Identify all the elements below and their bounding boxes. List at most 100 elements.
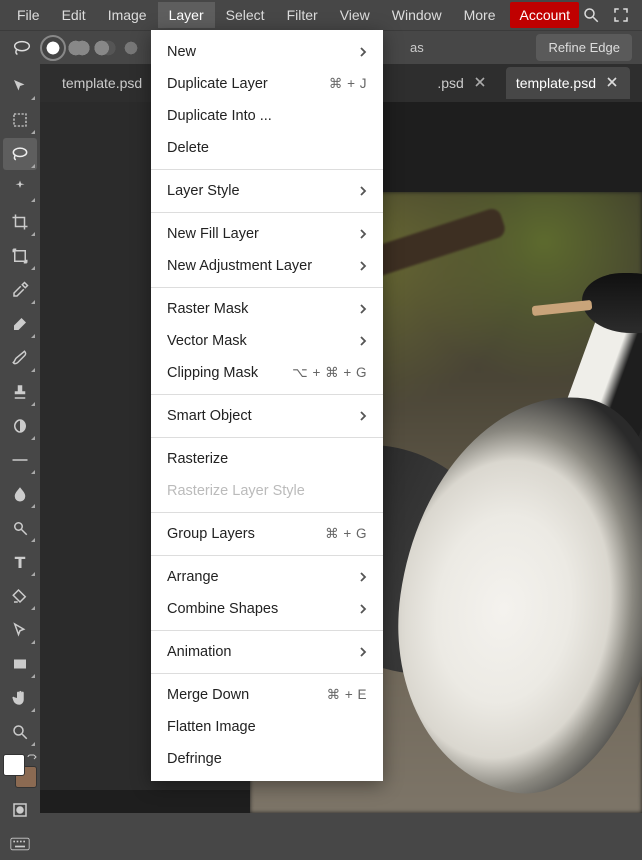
menu-item-defringe[interactable]: Defringe <box>151 743 383 775</box>
tool-rectangle[interactable] <box>3 648 37 680</box>
tool-stamp[interactable] <box>3 376 37 408</box>
tool-marquee[interactable] <box>3 104 37 136</box>
chevron-right-icon <box>359 571 367 583</box>
menu-filter[interactable]: Filter <box>276 2 329 28</box>
menu-item-rasterize-layer-style: Rasterize Layer Style <box>151 475 383 507</box>
menu-item-raster-mask[interactable]: Raster Mask <box>151 293 383 325</box>
menu-item-label: Merge Down <box>167 687 249 703</box>
menu-item-flatten-image[interactable]: Flatten Image <box>151 711 383 743</box>
tool-brush[interactable] <box>3 342 37 374</box>
menu-image[interactable]: Image <box>97 2 158 28</box>
tab-0[interactable]: template.psd <box>52 67 152 99</box>
color-swatches[interactable] <box>3 754 37 788</box>
tool-gradient[interactable] <box>3 410 37 442</box>
menu-view[interactable]: View <box>329 2 381 28</box>
refine-edge-button[interactable]: Refine Edge <box>536 34 632 61</box>
tool-path-select[interactable] <box>3 614 37 646</box>
fullscreen-icon[interactable] <box>612 6 630 24</box>
tab-2[interactable]: template.psd <box>506 67 630 99</box>
menu-item-layer-style[interactable]: Layer Style <box>151 175 383 207</box>
selection-add-icon[interactable] <box>68 37 90 59</box>
selection-new-icon[interactable] <box>42 37 64 59</box>
chevron-right-icon <box>359 228 367 240</box>
tool-zoom[interactable] <box>3 716 37 748</box>
menu-item-new-adjustment-layer[interactable]: New Adjustment Layer <box>151 250 383 282</box>
tool-keyboard[interactable] <box>3 828 37 860</box>
tool-blur[interactable] <box>3 478 37 510</box>
tool-lasso[interactable] <box>3 138 37 170</box>
menu-item-duplicate-into[interactable]: Duplicate Into ... <box>151 100 383 132</box>
menu-item-vector-mask[interactable]: Vector Mask <box>151 325 383 357</box>
antialias-label-fragment: as <box>410 40 424 55</box>
search-icon[interactable] <box>582 6 600 24</box>
menu-layer[interactable]: Layer <box>158 2 215 28</box>
tool-type[interactable] <box>3 546 37 578</box>
tool-hand[interactable] <box>3 682 37 714</box>
selection-intersect-icon[interactable] <box>120 37 142 59</box>
menu-item-label: New Fill Layer <box>167 226 259 242</box>
tool-eraser[interactable] <box>3 308 37 340</box>
menu-separator <box>151 437 383 438</box>
tool-sharpen[interactable] <box>3 512 37 544</box>
tab-label: .psd <box>437 75 463 91</box>
menu-bar: File Edit Image Layer Select Filter View… <box>0 0 642 30</box>
tab-label: template.psd <box>516 75 596 91</box>
menu-item-clipping-mask[interactable]: Clipping Mask⌥ + ⌘ + G <box>151 357 383 389</box>
tool-eyedropper[interactable] <box>3 274 37 306</box>
menu-item-new-fill-layer[interactable]: New Fill Layer <box>151 218 383 250</box>
menu-item-combine-shapes[interactable]: Combine Shapes <box>151 593 383 625</box>
foreground-color-swatch[interactable] <box>3 754 25 776</box>
menu-item-shortcut: ⌘ + J <box>329 76 367 92</box>
menu-item-label: Raster Mask <box>167 301 248 317</box>
tab-1[interactable]: .psd <box>427 67 497 99</box>
menu-more[interactable]: More <box>453 2 507 28</box>
chevron-right-icon <box>359 303 367 315</box>
menu-select[interactable]: Select <box>215 2 276 28</box>
swap-colors-icon[interactable] <box>27 754 37 764</box>
menu-item-arrange[interactable]: Arrange <box>151 561 383 593</box>
menu-item-new[interactable]: New <box>151 36 383 68</box>
tool-quickmask[interactable] <box>3 794 37 826</box>
tab-label: template.psd <box>62 75 142 91</box>
menu-item-group-layers[interactable]: Group Layers ⌘ + G <box>151 518 383 550</box>
menu-item-delete[interactable]: Delete <box>151 132 383 164</box>
menu-item-shortcut: ⌘ + E <box>327 687 367 703</box>
menu-item-shortcut: ⌘ + G <box>325 526 367 542</box>
tool-crop[interactable] <box>3 206 37 238</box>
menu-separator <box>151 394 383 395</box>
tool-magic-wand[interactable] <box>3 172 37 204</box>
menu-item-smart-object[interactable]: Smart Object <box>151 400 383 432</box>
menu-item-label: Duplicate Into ... <box>167 108 272 124</box>
menu-account[interactable]: Account <box>510 2 579 28</box>
tool-move[interactable] <box>3 70 37 102</box>
close-icon[interactable] <box>474 76 488 90</box>
menu-item-label: Smart Object <box>167 408 252 424</box>
menu-item-label: Combine Shapes <box>167 601 278 617</box>
tool-pen[interactable] <box>3 580 37 612</box>
chevron-right-icon <box>359 410 367 422</box>
menu-item-label: Layer Style <box>167 183 240 199</box>
chevron-right-icon <box>359 185 367 197</box>
chevron-right-icon <box>359 46 367 58</box>
menu-item-animation[interactable]: Animation <box>151 636 383 668</box>
menu-separator <box>151 673 383 674</box>
close-icon[interactable] <box>606 76 620 90</box>
menu-edit[interactable]: Edit <box>51 2 97 28</box>
menu-item-label: Group Layers <box>167 526 255 542</box>
lasso-mode-icon[interactable] <box>10 36 34 60</box>
menu-item-rasterize[interactable]: Rasterize <box>151 443 383 475</box>
menu-item-label: Delete <box>167 140 209 156</box>
menu-item-merge-down[interactable]: Merge Down ⌘ + E <box>151 679 383 711</box>
menu-item-label: New <box>167 44 196 60</box>
menu-item-label: Duplicate Layer <box>167 76 268 92</box>
menu-window[interactable]: Window <box>381 2 453 28</box>
menu-separator <box>151 287 383 288</box>
menu-item-duplicate-layer[interactable]: Duplicate Layer ⌘ + J <box>151 68 383 100</box>
chevron-right-icon <box>359 603 367 615</box>
menu-file[interactable]: File <box>6 2 51 28</box>
tool-transform[interactable] <box>3 240 37 272</box>
menu-item-label: Defringe <box>167 751 222 767</box>
menu-item-label: Arrange <box>167 569 219 585</box>
selection-subtract-icon[interactable] <box>94 37 116 59</box>
tool-dash[interactable] <box>3 444 37 476</box>
